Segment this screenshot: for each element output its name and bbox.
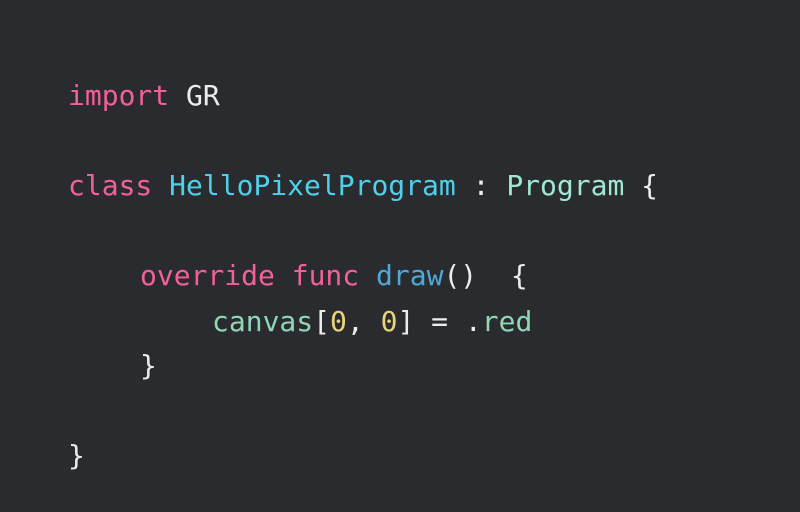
module-name: GR <box>186 79 220 112</box>
subscript-open: [ <box>313 305 331 338</box>
member-dot: . <box>464 305 482 338</box>
code-line-class-close: } <box>68 438 85 474</box>
code-editor: import GR class HelloPixelProgram : Prog… <box>0 0 800 512</box>
func-close-brace: } <box>140 349 157 382</box>
inheritance-colon: : <box>455 169 507 202</box>
keyword-class: class <box>68 169 153 202</box>
function-name: draw <box>376 259 444 292</box>
code-line-func-declaration: override func draw() { <box>140 258 528 294</box>
assign-operator: = <box>414 305 465 338</box>
canvas-identifier: canvas <box>212 305 314 338</box>
superclass-name: Program <box>506 169 625 202</box>
keyword-func: func <box>291 259 360 292</box>
subscript-arg-y: 0 <box>380 305 398 338</box>
subscript-comma: , <box>346 305 381 338</box>
subscript-arg-x: 0 <box>330 305 347 338</box>
code-line-func-close: } <box>140 348 157 384</box>
keyword-override: override <box>140 259 275 292</box>
class-open-brace: { <box>624 169 659 202</box>
subscript-close: ] <box>397 305 415 338</box>
function-parens: () <box>443 259 478 292</box>
keyword-import: import <box>68 79 170 112</box>
class-close-brace: } <box>68 439 85 472</box>
code-line-class-declaration: class HelloPixelProgram : Program { <box>68 168 658 204</box>
class-name: HelloPixelProgram <box>169 169 456 202</box>
code-line-import: import GR <box>68 78 220 114</box>
code-line-assignment: canvas[0, 0] = .red <box>212 304 532 340</box>
color-member: red <box>481 305 533 338</box>
func-open-brace: { <box>477 259 528 292</box>
